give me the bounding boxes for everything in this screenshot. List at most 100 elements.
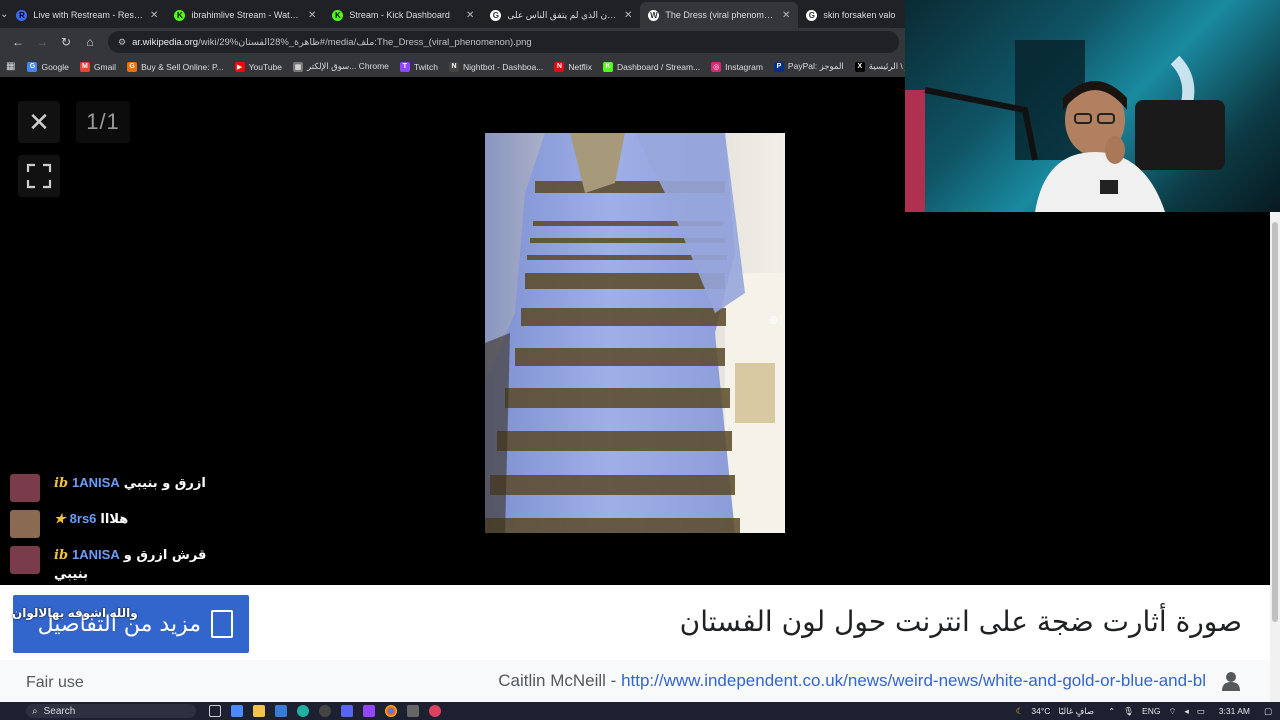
forward-arrow-icon[interactable]: → (30, 30, 54, 54)
browser-tab[interactable]: K Stream - Kick Dashboard ✕ (324, 2, 482, 28)
browser-tab[interactable]: R Live with Restream - Restream ✕ (8, 2, 166, 28)
system-tray: ☾ 34°C صافٍ غالبًا ⌃ 🎙 ENG ⌔ ◂ ▭ 3:31 AM… (1012, 702, 1280, 720)
browser-tab[interactable]: W The Dress (viral phenomenon) ✕ (640, 2, 799, 28)
bookmark-icon: N (449, 61, 460, 72)
tab-favicon-icon: K (332, 9, 344, 21)
chat-username: 8rs6 (69, 511, 97, 526)
image-counter: 1/1 (76, 101, 130, 143)
license-label[interactable]: Fair use (26, 674, 84, 692)
obs-icon[interactable] (319, 705, 331, 717)
reload-icon[interactable]: ↻ (54, 30, 78, 54)
clock[interactable]: 3:31 AM (1219, 706, 1250, 716)
url-path: /wiki/29%ظاهرة_%28الفستان#/media/ملف:The… (198, 36, 532, 48)
close-tab-icon[interactable]: ✕ (624, 10, 632, 21)
more-details-button[interactable]: مزيد من التفاصيل (13, 595, 249, 653)
edge-icon[interactable] (297, 705, 309, 717)
close-tab-icon[interactable]: ✕ (466, 10, 474, 21)
close-tab-icon[interactable]: ✕ (782, 10, 790, 21)
tab-title: الفستان الذي لم يتفق الناس على (507, 9, 618, 20)
bookmark-item[interactable]: K Dashboard / Stream... (602, 61, 701, 72)
bookmark-item[interactable]: G Buy & Sell Online: P... (127, 61, 224, 72)
bookmark-label: PayPal: الموجز (787, 61, 844, 71)
close-tab-icon[interactable]: ✕ (308, 10, 316, 21)
caption-bar: مزيد من التفاصيل صورة أثارت ضجة على انتر… (0, 585, 1270, 660)
tab-title: The Dress (viral phenomenon) (665, 10, 776, 20)
bookmark-item[interactable]: N Netflix (554, 61, 592, 72)
scrollbar-thumb[interactable] (1272, 222, 1278, 622)
bookmark-icon: G (127, 61, 138, 72)
bookmark-label: تويتر \ الرئيسية (868, 61, 905, 71)
file-explorer-icon[interactable] (253, 705, 265, 717)
user-icon[interactable] (1220, 670, 1242, 692)
windows-taskbar: ⌕ Search ☾ 34°C صافٍ غالبًا ⌃ 🎙 ENG ⌔ ◂ … (0, 702, 1280, 720)
bookmark-label: Dashboard / Stream... (616, 61, 701, 72)
pin-icon[interactable] (429, 705, 441, 717)
mic-icon[interactable]: 🎙 (1123, 706, 1134, 717)
app-icon[interactable] (407, 705, 419, 717)
source-link[interactable]: http://www.independent.co.uk/news/weird-… (621, 671, 1206, 690)
tab-favicon-icon: K (174, 9, 186, 21)
twitch-icon[interactable] (363, 705, 375, 717)
bookmark-icon: K (602, 61, 613, 72)
chat-message-body: ib 1ANISA قرش ازرق و بنيبي (54, 546, 240, 584)
chat-text: هلااا (100, 512, 129, 527)
chat-ghost-message: والله اشوفه بهالالوان (12, 606, 138, 620)
site-info-icon[interactable]: ⚙ (118, 37, 126, 48)
back-arrow-icon[interactable]: ← (6, 30, 30, 54)
bookmark-label: Nightbot - Dashboa... (463, 61, 544, 72)
volume-icon[interactable]: ◂ (1184, 706, 1188, 717)
browser-tab[interactable]: K ibrahimlive Stream - Watch Live ✕ (166, 2, 324, 28)
chat-username: 1ANISA (72, 547, 120, 562)
tab-search-chevron-icon[interactable]: ⌄ (0, 0, 8, 28)
bookmark-item[interactable]: M Gmail (79, 61, 116, 72)
notifications-icon[interactable]: ▢ (1264, 706, 1272, 717)
page-scrollbar[interactable] (1270, 212, 1280, 702)
fullscreen-icon[interactable] (18, 155, 60, 197)
bookmark-item[interactable]: ▦ سوق الإلكتر... Chrome (293, 61, 389, 72)
address-bar[interactable]: ⚙ ar.wikipedia.org /wiki/29%ظاهرة_%28الف… (108, 31, 899, 53)
search-icon: ⌕ (32, 705, 38, 717)
bookmark-item[interactable]: G Google (27, 61, 69, 72)
chrome-icon[interactable] (385, 705, 397, 717)
bookmark-icon: ◎ (711, 61, 722, 72)
apps-grid-icon[interactable]: ▦ (6, 61, 15, 72)
bookmark-label: YouTube (248, 61, 283, 72)
bookmark-item[interactable]: ◎ Instagram (711, 61, 763, 72)
tray-chevron-icon[interactable]: ⌃ (1108, 706, 1115, 717)
weather-text: صافٍ غالبًا (1058, 705, 1095, 716)
chat-badge-icon: ★ (54, 512, 66, 527)
chat-username: 1ANISA (72, 475, 120, 490)
bookmark-icon: ▦ (293, 61, 304, 72)
dress-image[interactable] (485, 133, 785, 533)
chat-message-body: ★ 8rs6 هلااا (54, 510, 128, 529)
bookmark-icon: N (554, 61, 565, 72)
bookmark-item[interactable]: T Twitch (399, 61, 438, 72)
bookmark-item[interactable]: N Nightbot - Dashboa... (449, 61, 544, 72)
tab-favicon-icon: R (16, 9, 28, 21)
chat-message: ib 1ANISA ازرق و بنيبي (10, 474, 240, 502)
taskbar-search[interactable]: ⌕ Search (26, 704, 196, 718)
bookmark-icon: G (27, 61, 38, 72)
chat-message: ib 1ANISA قرش ازرق و بنيبي (10, 546, 240, 584)
bookmark-item[interactable]: Xتويتر \ الرئيسية (854, 61, 905, 72)
close-tab-icon[interactable]: ✕ (150, 10, 158, 21)
bookmark-item[interactable]: P PayPal: الموجز (773, 61, 844, 72)
copilot-icon[interactable] (231, 705, 243, 717)
language-indicator[interactable]: ENG (1142, 706, 1160, 716)
chat-text: ازرق و بنيبي (123, 476, 206, 491)
close-icon[interactable]: ✕ (18, 101, 60, 143)
chat-message-body: ib 1ANISA ازرق و بنيبي (54, 474, 206, 493)
battery-icon[interactable]: ▭ (1197, 706, 1205, 717)
task-view-icon[interactable] (209, 705, 221, 717)
store-icon[interactable] (275, 705, 287, 717)
discord-icon[interactable] (341, 705, 353, 717)
document-icon (211, 610, 233, 638)
bookmark-item[interactable]: ▶ YouTube (234, 61, 283, 72)
home-icon[interactable]: ⌂ (78, 30, 102, 54)
attribution-bar: Fair use Caitlin McNeill - http://www.in… (0, 660, 1270, 702)
weather-icon[interactable]: ☾ (1016, 706, 1024, 717)
browser-tab[interactable]: G الفستان الذي لم يتفق الناس على ✕ (482, 2, 640, 28)
url-host: ar.wikipedia.org (132, 36, 199, 48)
bookmark-label: Google (41, 61, 69, 72)
wifi-icon[interactable]: ⌔ (1168, 706, 1176, 717)
